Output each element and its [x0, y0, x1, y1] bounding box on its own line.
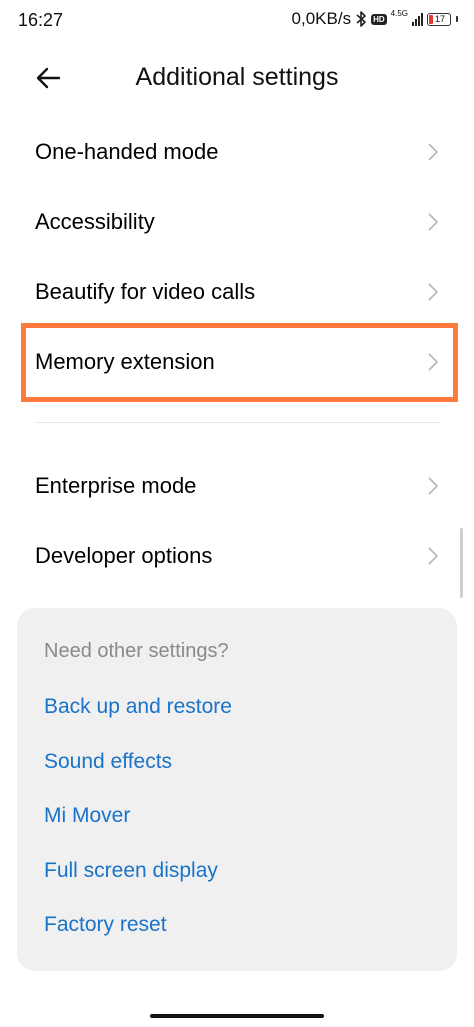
home-indicator[interactable]: [150, 1014, 324, 1018]
link-mi-mover[interactable]: Mi Mover: [44, 804, 130, 828]
network-speed: 0,0KB/s: [291, 9, 352, 28]
page-title: Additional settings: [135, 63, 339, 91]
link-back-up-restore[interactable]: Back up and restore: [44, 695, 232, 719]
link-full-screen-display[interactable]: Full screen display: [44, 859, 218, 883]
chevron-right-icon: [428, 477, 439, 495]
status-time: 16:27: [18, 10, 64, 30]
battery-icon: 17: [427, 12, 451, 26]
card-title: Need other settings?: [44, 640, 229, 662]
divider: [35, 422, 439, 423]
other-settings-card: Need other settings? Back up and restore…: [17, 608, 457, 971]
battery-level: 17: [435, 14, 446, 24]
setting-one-handed-mode[interactable]: One-handed mode: [0, 117, 474, 187]
battery-tip: [456, 16, 458, 22]
highlight-box: [21, 323, 458, 402]
setting-label: Accessibility: [35, 209, 155, 234]
link-factory-reset[interactable]: Factory reset: [44, 913, 167, 937]
bluetooth-icon: [356, 11, 366, 27]
status-icons: 0,0KB/s HD 4.5G 17: [292, 9, 458, 29]
link-sound-effects[interactable]: Sound effects: [44, 750, 172, 774]
header: Additional settings: [0, 52, 474, 104]
setting-label: One-handed mode: [35, 139, 219, 164]
setting-accessibility[interactable]: Accessibility: [0, 187, 474, 257]
scrollbar[interactable]: [460, 528, 463, 598]
signal-icon: [412, 12, 423, 26]
battery-fill: [429, 14, 433, 24]
setting-developer-options[interactable]: Developer options: [0, 521, 474, 591]
hd-badge: HD: [371, 13, 387, 25]
network-type: 4.5G: [390, 8, 408, 18]
chevron-right-icon: [428, 143, 439, 161]
chevron-right-icon: [428, 213, 439, 231]
setting-beautify-video-calls[interactable]: Beautify for video calls: [0, 257, 474, 327]
chevron-right-icon: [428, 283, 439, 301]
chevron-right-icon: [428, 547, 439, 565]
setting-enterprise-mode[interactable]: Enterprise mode: [0, 451, 474, 521]
status-bar: 16:27 0,0KB/s HD 4.5G 17: [0, 0, 474, 40]
setting-label: Developer options: [35, 543, 213, 568]
setting-label: Enterprise mode: [35, 473, 197, 498]
setting-label: Beautify for video calls: [35, 279, 256, 304]
